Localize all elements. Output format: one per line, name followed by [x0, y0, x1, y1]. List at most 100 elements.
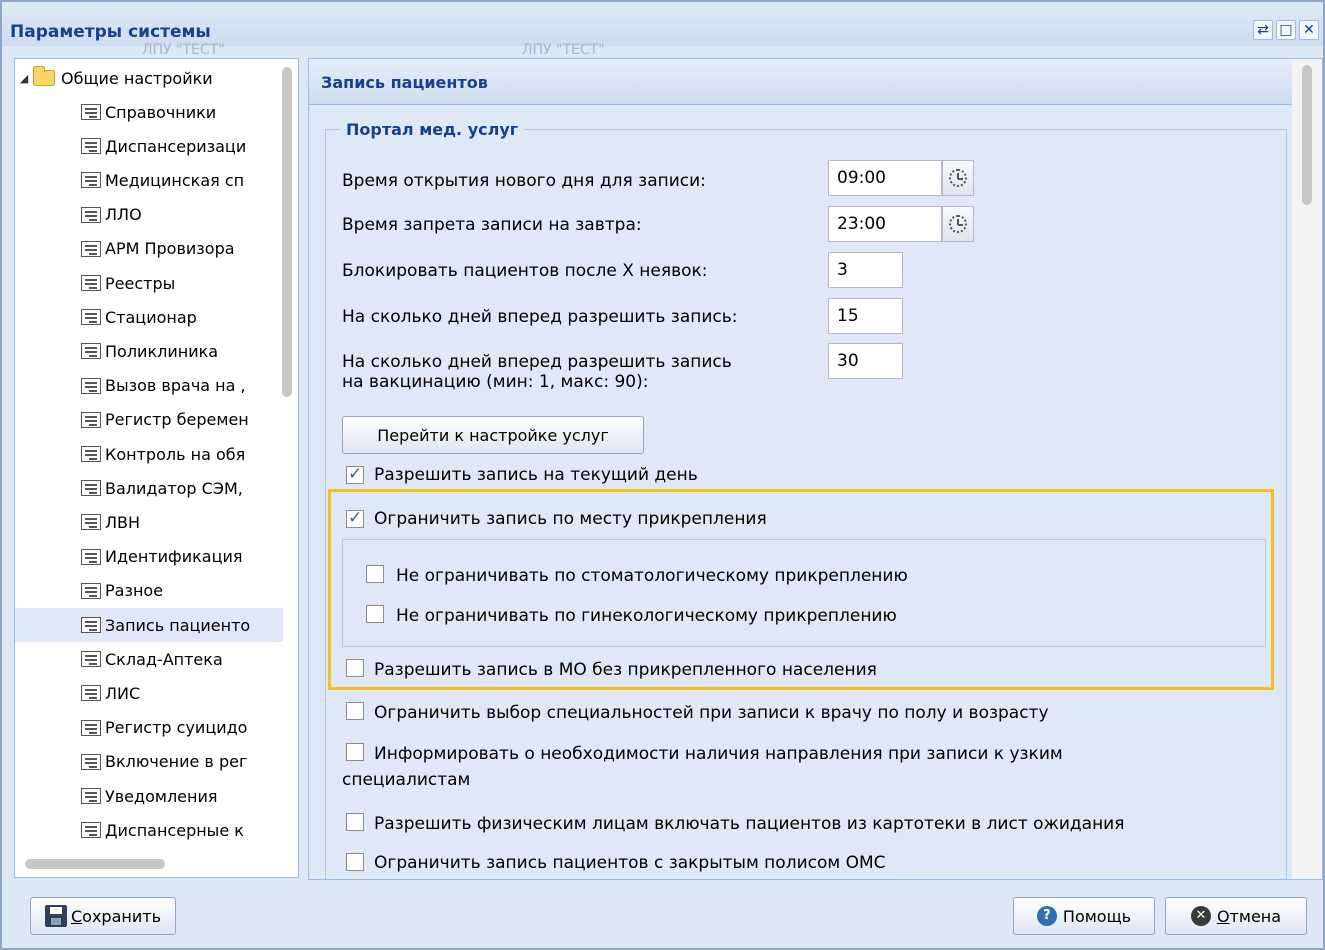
tree-item[interactable]: Валидатор СЭМ, [15, 471, 283, 505]
vacc-days-label-line1: На сколько дней вперед разрешить запись [342, 352, 732, 372]
days-ahead-label: На сколько дней вперед разрешить запись: [342, 307, 738, 327]
settings-page-icon [81, 617, 101, 633]
tree-item-label: Диспансеризаци [105, 136, 247, 156]
tree-item[interactable]: Диспансеризаци [15, 129, 283, 163]
window-titlebar[interactable]: Параметры системы ЛПУ "ТЕСТ" ЛПУ "ТЕСТ" … [2, 2, 1323, 58]
panel-scroll-track[interactable] [1292, 59, 1322, 879]
attachment-subgroup [342, 539, 1266, 647]
settings-page-icon [81, 548, 101, 565]
allow-mo-no-pop-checkbox[interactable] [346, 659, 364, 677]
tree-item-label: Включение в рег [105, 752, 248, 772]
tree-item-label: Разное [105, 581, 164, 601]
help-label: Помощь [1062, 906, 1132, 926]
no-restrict-gyn-label: Не ограничивать по гинекологическому при… [396, 606, 897, 626]
ban-time-picker[interactable] [942, 206, 974, 242]
tree-item[interactable]: Реестры [15, 266, 283, 300]
cancel-button[interactable]: ✕ Отмена [1165, 897, 1307, 935]
tree-item[interactable]: ЛЛО [15, 198, 283, 232]
panel-vertical-scrollbar[interactable] [1302, 65, 1312, 205]
vacc-days-input[interactable]: 30 [828, 343, 903, 379]
restrict-attachment-label: Ограничить запись по месту прикрепления [374, 509, 767, 529]
help-icon: ? [1036, 906, 1057, 926]
settings-tree: ◢ Общие настройки Справочники Диспансериз… [14, 58, 299, 878]
settings-page-icon [81, 719, 101, 736]
tree-item-label: Склад-Аптека [105, 649, 223, 669]
tree-item[interactable]: Разное [15, 574, 283, 608]
settings-page-icon [81, 651, 101, 668]
restrict-closed-policy-checkbox[interactable] [346, 853, 364, 871]
tree-item-label: Регистр суицидо [105, 718, 248, 738]
tree-item[interactable]: Идентификация [15, 540, 283, 574]
restrict-specialties-label: Ограничить выбор специальностей при запи… [374, 703, 1049, 723]
vacc-days-label-line2: на вакцинацию (мин: 1, макс: 90): [342, 372, 649, 392]
tree-root-label: Общие настройки [61, 68, 213, 88]
save-button[interactable]: Сохранить [30, 897, 176, 935]
block-after-input[interactable]: 3 [828, 252, 903, 288]
tree-item[interactable]: Справочники [15, 95, 283, 129]
system-settings-window: Параметры системы ЛПУ "ТЕСТ" ЛПУ "ТЕСТ" … [0, 0, 1325, 950]
tree-item[interactable]: Включение в рег [15, 745, 283, 779]
help-button[interactable]: ? Помощь [1013, 897, 1155, 935]
close-icon[interactable]: ✕ [1299, 20, 1319, 40]
clock-icon [949, 169, 967, 187]
tree-item[interactable]: Уведомления [15, 779, 283, 813]
tree-item-label: Медицинская сп [105, 170, 245, 190]
tree-root-general[interactable]: ◢ Общие настройки [15, 63, 213, 93]
tree-item[interactable]: Запись пациенто [15, 608, 283, 642]
tree-item-label: АРМ Провизора [105, 239, 235, 259]
tree-item[interactable]: АРМ Провизора [15, 232, 283, 266]
tree-item-label: Вызов врача на , [105, 376, 246, 396]
refresh-icon[interactable]: ⇄ [1253, 20, 1273, 40]
tree-item[interactable]: Контроль на обя [15, 437, 283, 471]
restrict-attachment-checkbox[interactable] [346, 508, 364, 528]
settings-page-icon [81, 514, 101, 531]
maximize-icon[interactable]: □ [1276, 20, 1296, 40]
tree-item[interactable]: Вызов врача на , [15, 369, 283, 403]
tree-item-label: Идентификация [105, 547, 243, 567]
ghost-text-2: ЛПУ "ТЕСТ" [522, 42, 605, 58]
tree-item-label: ЛИС [105, 683, 141, 703]
allow-waitlist-checkbox[interactable] [346, 813, 364, 831]
tree-item-label: Реестры [105, 273, 176, 293]
tree-item[interactable]: Медицинская сп [15, 163, 283, 197]
tree-item[interactable]: Поликлиника [15, 334, 283, 368]
tree-item-label: Регистр беремен [105, 410, 249, 430]
days-ahead-input[interactable]: 15 [828, 298, 903, 334]
allow-waitlist-label: Разрешить физическим лицам включать паци… [374, 814, 1125, 834]
tree-item[interactable]: ЛВН [15, 505, 283, 539]
settings-page-icon [81, 822, 101, 839]
settings-page-icon [81, 446, 101, 462]
settings-page-icon [81, 377, 101, 394]
tree-item-label: Поликлиника [105, 341, 219, 361]
tree-vertical-scrollbar[interactable] [282, 67, 292, 397]
panel-header: Запись пациентов [309, 59, 1292, 105]
allow-today-checkbox[interactable] [346, 464, 364, 484]
expand-arrow-icon[interactable]: ◢ [15, 72, 33, 85]
tree-horizontal-scrollbar[interactable] [25, 859, 165, 869]
inform-referral-label-line1: Информировать о необходимости наличия на… [374, 744, 1063, 764]
tree-item-label: Валидатор СЭМ, [105, 478, 243, 498]
settings-page-icon [81, 275, 101, 291]
restrict-specialties-checkbox[interactable] [346, 702, 364, 720]
tree-item-label: Запись пациенто [105, 615, 251, 635]
settings-page-icon [81, 240, 101, 257]
settings-page-icon [81, 206, 101, 223]
no-restrict-dental-checkbox[interactable] [366, 565, 384, 583]
inform-referral-label-line2: специалистам [342, 770, 471, 790]
tree-item[interactable]: Диспансерные к [15, 813, 283, 847]
goto-services-button[interactable]: Перейти к настройке услуг [342, 416, 644, 454]
ban-time-label: Время запрета записи на завтра: [342, 215, 642, 235]
ban-time-input[interactable]: 23:00 [828, 206, 942, 242]
tree-item-label: Уведомления [105, 786, 218, 806]
no-restrict-gyn-checkbox[interactable] [366, 605, 384, 623]
tree-item-label: Стационар [105, 307, 197, 327]
tree-item[interactable]: Склад-Аптека [15, 642, 283, 676]
tree-item[interactable]: Регистр беремен [15, 403, 283, 437]
tree-item[interactable]: ЛИС [15, 676, 283, 710]
restrict-closed-policy-label: Ограничить запись пациентов с закрытым п… [374, 853, 886, 873]
open-time-picker[interactable] [942, 160, 974, 196]
inform-referral-checkbox[interactable] [346, 743, 364, 761]
tree-item[interactable]: Регистр суицидо [15, 711, 283, 745]
tree-item[interactable]: Стационар [15, 300, 283, 334]
open-time-input[interactable]: 09:00 [828, 160, 942, 196]
